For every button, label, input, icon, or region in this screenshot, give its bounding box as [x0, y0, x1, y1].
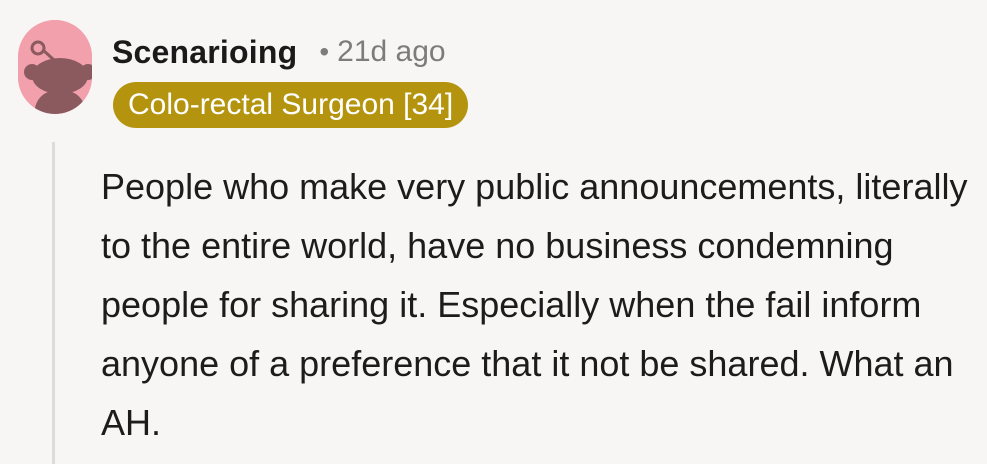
thread-collapse-line[interactable] — [52, 142, 55, 464]
snoo-avatar-icon — [18, 20, 92, 114]
user-flair-badge: Colo-rectal Surgeon [34] — [113, 82, 469, 128]
avatar[interactable] — [18, 20, 92, 114]
separator-dot: • — [319, 36, 330, 67]
comment-body-text: People who make very public announcement… — [101, 166, 968, 443]
username-link[interactable]: Scenarioing — [112, 34, 297, 71]
comment-header: Scenarioing • 21d ago — [112, 30, 446, 74]
comment-timestamp[interactable]: 21d ago — [337, 35, 445, 69]
